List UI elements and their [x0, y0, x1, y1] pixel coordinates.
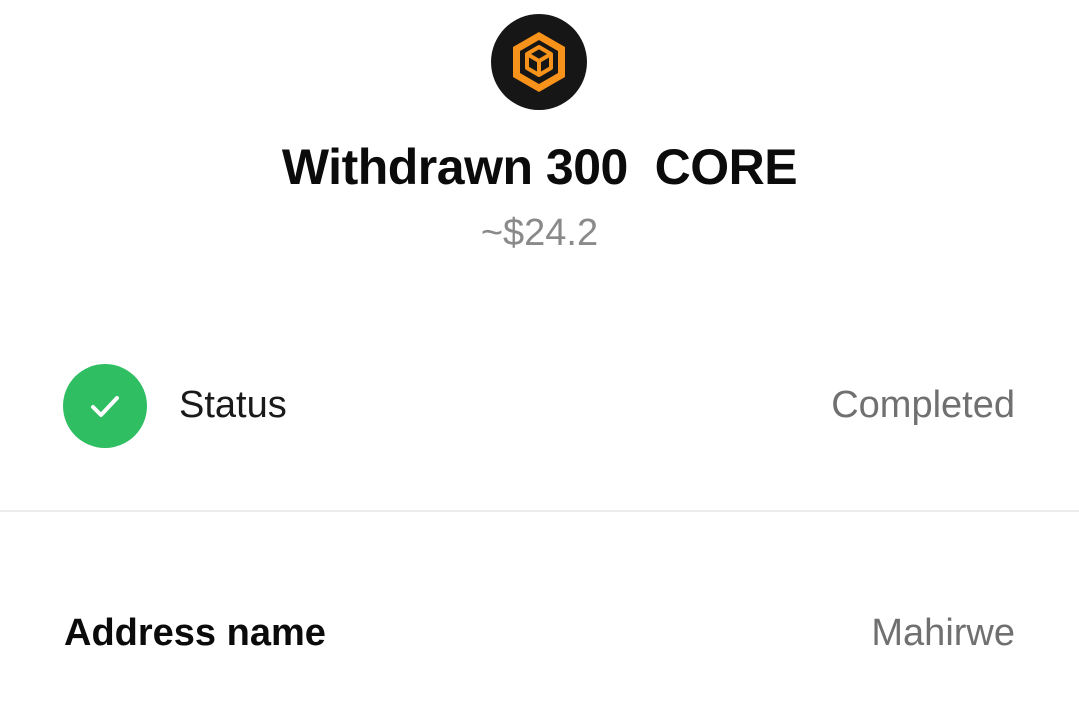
fiat-value: ~$24.2	[480, 212, 599, 254]
address-name-value: Mahirwe	[871, 612, 1015, 654]
status-value: Completed	[831, 384, 1015, 426]
address-name-label: Address name	[64, 612, 326, 654]
core-token-icon	[491, 14, 587, 110]
divider	[0, 510, 1079, 512]
transaction-title: Withdrawn 300 CORE	[281, 139, 798, 195]
status-label: Status	[179, 384, 287, 426]
core-hexagon-logo	[513, 32, 565, 92]
check-circle-icon	[63, 364, 147, 448]
transaction-detail-page: Withdrawn 300 CORE ~$24.2 Status Complet…	[0, 0, 1079, 706]
checkmark-icon	[91, 396, 119, 417]
